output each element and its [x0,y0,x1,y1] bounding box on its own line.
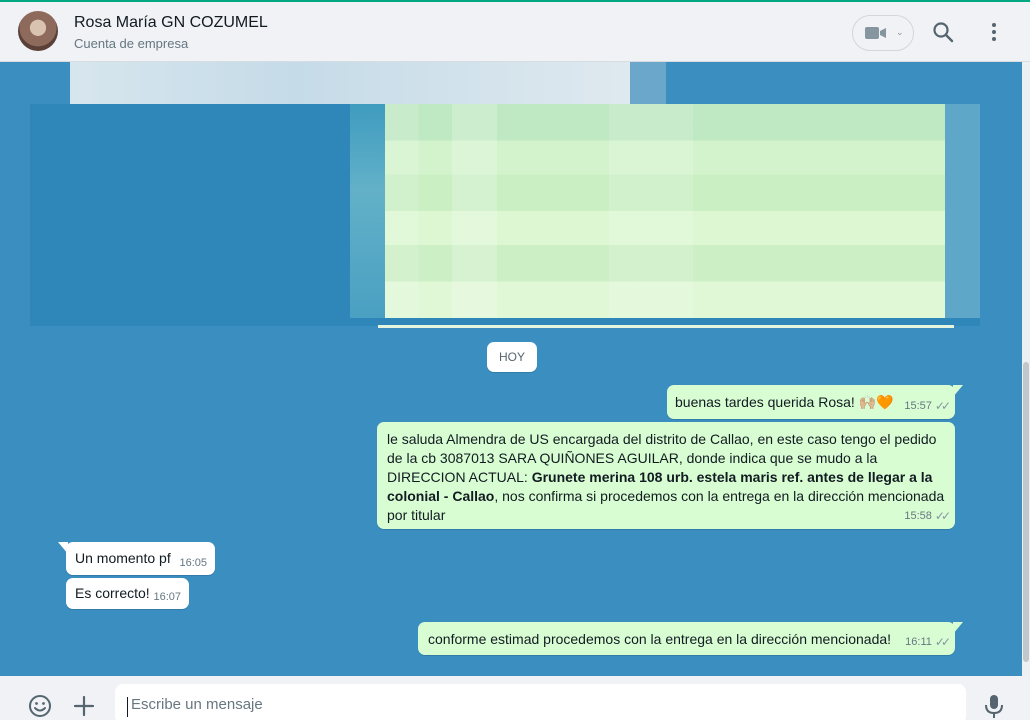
message-text: buenas tardes querida Rosa! 🙌🏼🧡 [675,394,894,410]
blurred-image-top [70,62,630,104]
message-time: 15:57 [904,400,932,412]
message-time: 16:05 [179,557,207,569]
message-text: le saluda Almendra de US encargada del d… [387,430,947,525]
menu-icon[interactable] [982,20,1006,44]
contact-name[interactable]: Rosa María GN COZUMEL [74,14,268,32]
message-meta: 15:57 ✓✓ [904,399,951,413]
message-input-box[interactable] [115,684,966,720]
blurred-image-strip-right [945,104,980,318]
bubble-tail [953,622,963,634]
chat-scrollbar[interactable] [1022,62,1030,676]
blurred-image-bottom-edge [378,318,954,328]
message-time: 15:58 [904,510,932,522]
video-call-icon [865,27,886,39]
scrollbar-thumb[interactable] [1023,362,1029,662]
message-text: conforme estimad procedemos con la entre… [428,631,892,647]
microphone-icon[interactable] [982,693,1006,719]
message-bubble-outgoing[interactable]: conforme estimad procedemos con la entre… [418,622,963,655]
blurred-image-content [385,104,945,318]
message-bubble-outgoing[interactable]: le saluda Almendra de US encargada del d… [377,422,955,529]
day-separator: HOY [487,342,538,372]
emoji-icon[interactable] [28,694,52,718]
message-text: Un momento pf [75,550,171,566]
chevron-down-icon: ⌄ [896,27,904,37]
video-call-button[interactable]: ⌄ [852,15,914,51]
double-check-icon: ✓✓ [934,399,951,413]
blurred-image-strip [350,104,385,318]
text-caret [127,697,128,717]
blurred-image-top-edge [630,62,666,104]
message-text: Es correcto! [75,585,150,601]
message-meta: 15:58 ✓✓ [904,509,951,523]
chat-header: Rosa María GN COZUMEL Cuenta de empresa … [0,2,1030,62]
avatar[interactable] [18,11,58,51]
contact-subtitle: Cuenta de empresa [74,36,189,51]
message-time: 16:11 [905,636,932,648]
double-check-icon: ✓✓ [934,635,951,649]
message-bubble-incoming[interactable]: Un momento pf 16:05 [58,542,215,575]
attach-plus-icon[interactable] [72,694,96,718]
search-icon[interactable] [931,20,955,44]
message-input[interactable] [115,684,966,720]
chat-area[interactable]: HOY buenas tardes querida Rosa! 🙌🏼🧡 15:5… [0,62,1030,676]
bubble-tail [58,542,68,554]
message-meta: 16:11 ✓✓ [905,635,951,649]
bubble-tail [953,385,963,397]
double-check-icon: ✓✓ [934,509,951,523]
message-meta: 16:05 [179,557,207,569]
message-bubble-incoming[interactable]: Es correcto! 16:07 [66,578,189,609]
message-bubble-outgoing[interactable]: buenas tardes querida Rosa! 🙌🏼🧡 15:57 ✓✓ [667,385,963,419]
message-time: 16:07 [153,591,181,603]
message-meta: 16:07 [153,591,181,603]
